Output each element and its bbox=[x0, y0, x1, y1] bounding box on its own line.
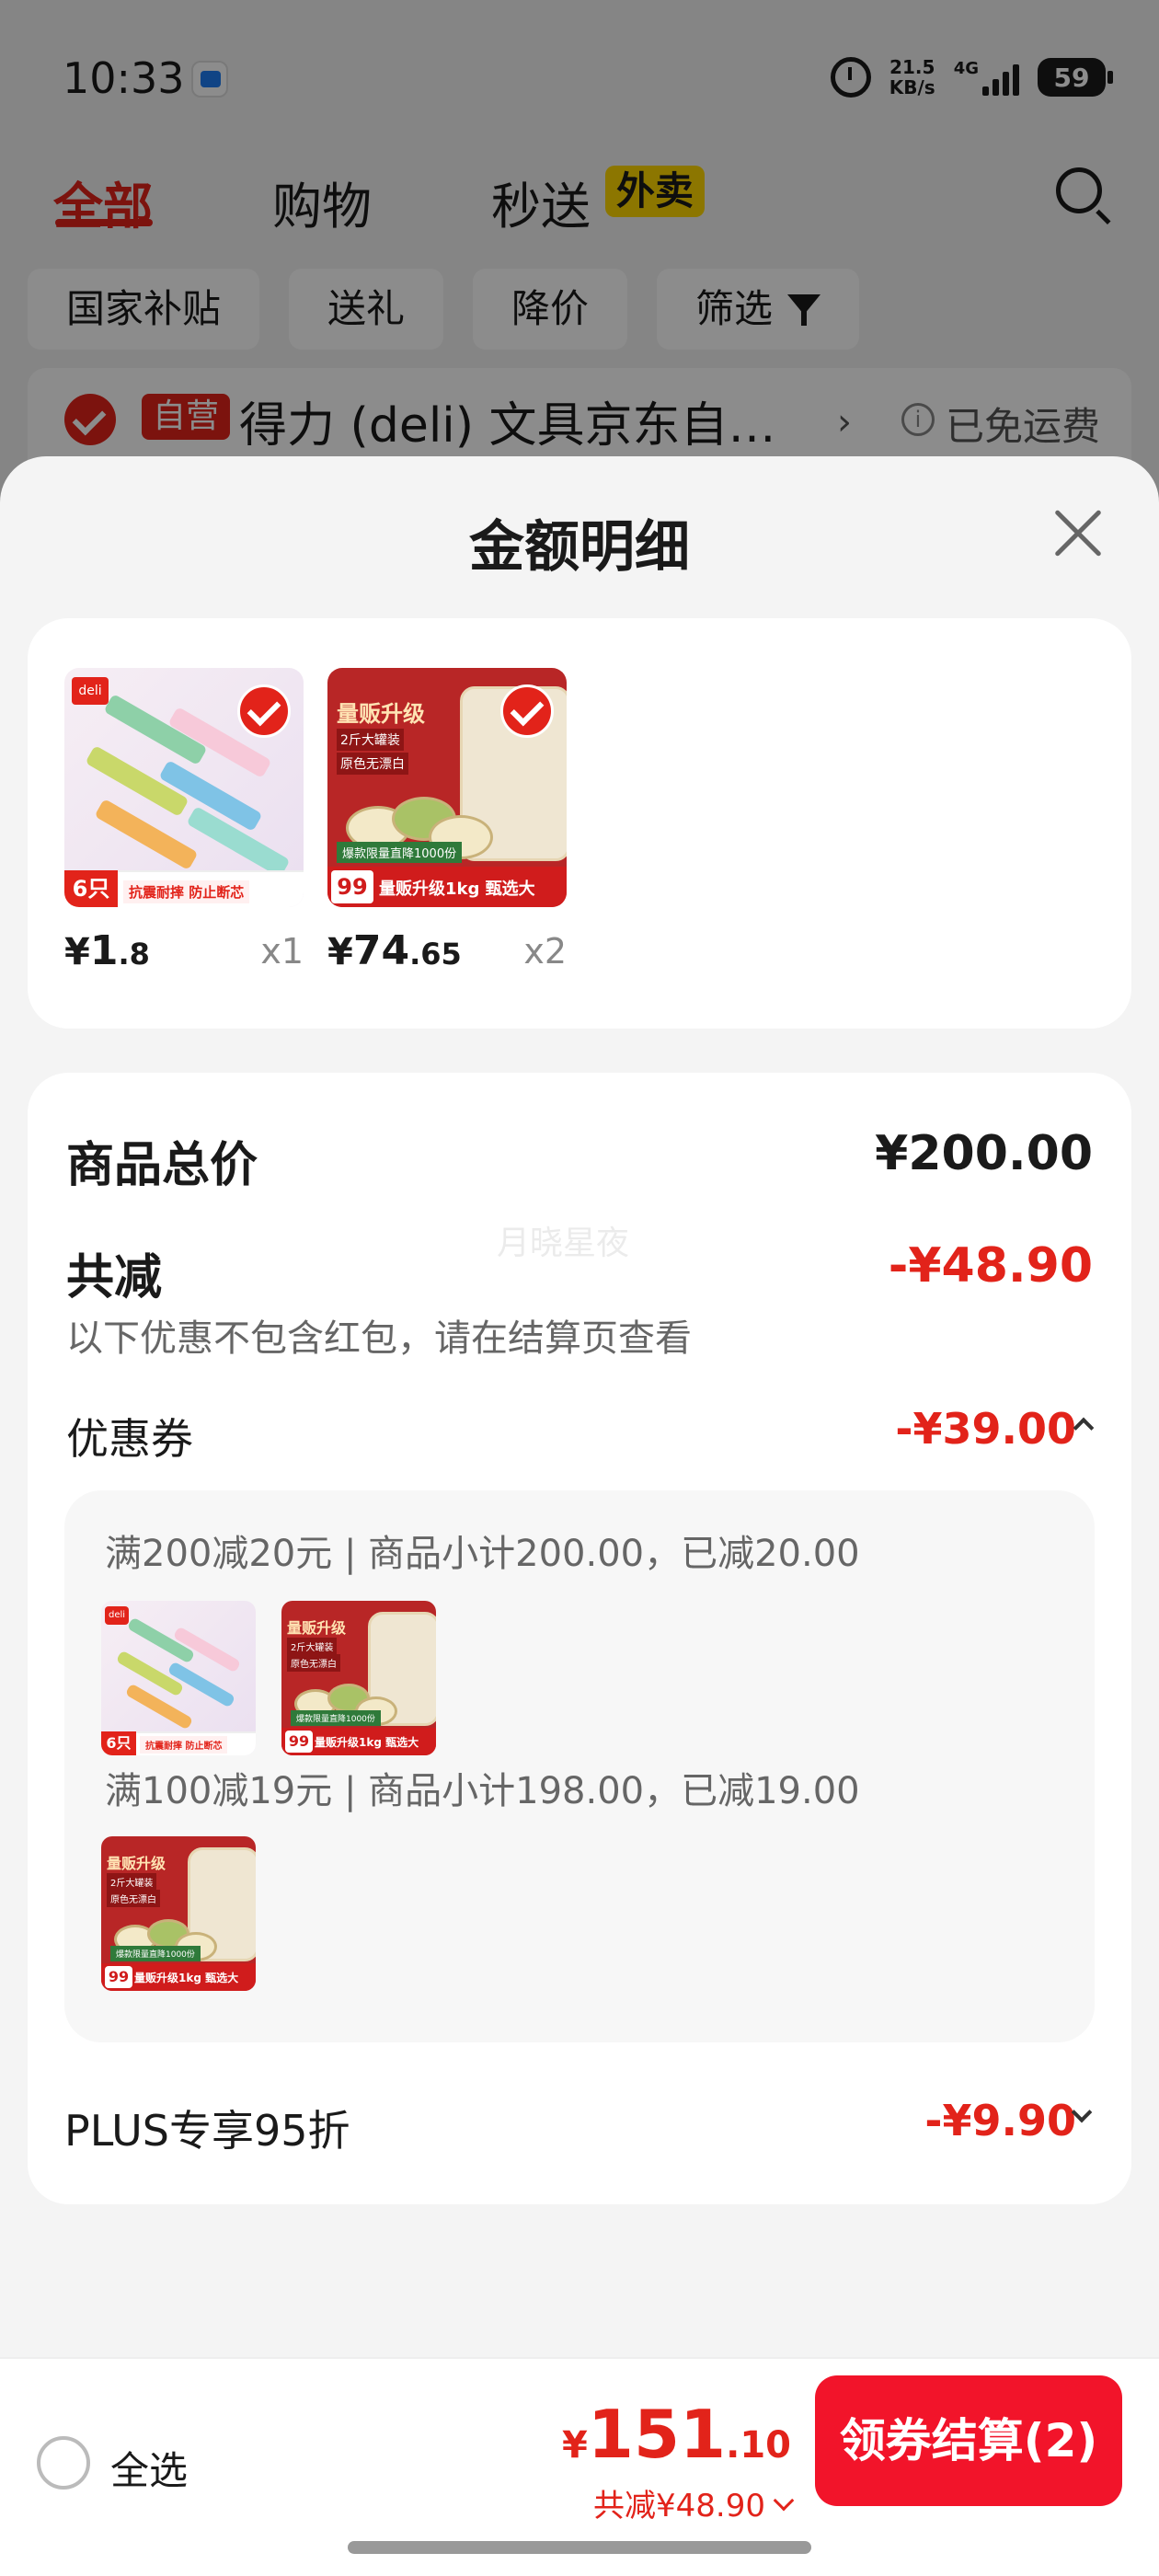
coupon-details: 满200减20元 | 商品小计200.00，已减20.00 deli 6只 抗震… bbox=[64, 1490, 1095, 2042]
close-icon[interactable] bbox=[1049, 504, 1107, 563]
watermark: 月晓星夜 bbox=[497, 1225, 630, 1262]
sheet-title: 金额明细 bbox=[469, 515, 690, 580]
product-thumbnail: 量贩升级 2斤大罐装 原色无漂白 爆款限量直降1000份 99 量贩升级1kg … bbox=[327, 668, 567, 907]
total-discount-text: 共减¥48.90 bbox=[593, 2488, 765, 2524]
coupon-label[interactable]: 优惠券 bbox=[66, 1406, 193, 1466]
checked-icon bbox=[500, 684, 554, 738]
coupon-rule-1: 满200减20元 | 商品小计200.00，已减20.00 bbox=[105, 1533, 860, 1575]
pencil-product-image: deli 6只 抗震耐摔 防止断芯 bbox=[101, 1601, 256, 1755]
amount-details-sheet: 金额明细 deli 6只 抗震耐摔 防止断芯 ¥1.8 x1 量贩升级 2斤大罐… bbox=[0, 456, 1159, 2576]
discount-note: 以下优惠不包含红包，请在结算页查看 bbox=[66, 1317, 692, 1360]
select-all-label[interactable]: 全选 bbox=[110, 2440, 188, 2496]
coupon-rule-2: 满100减19元 | 商品小计198.00，已减19.00 bbox=[105, 1770, 860, 1812]
pistachio-product-image: 量贩升级 2斤大罐装 原色无漂白 爆款限量直降1000份 99 量贩升级1kg … bbox=[101, 1836, 256, 1991]
product-strip-text: 抗震耐摔 防止断芯 bbox=[123, 880, 250, 903]
discount-label: 共减 bbox=[66, 1250, 163, 1305]
checkout-button[interactable]: 领券结算(2) bbox=[815, 2375, 1122, 2506]
checked-icon bbox=[237, 684, 291, 738]
home-indicator[interactable] bbox=[348, 2541, 811, 2554]
total-price-label: 商品总价 bbox=[66, 1138, 258, 1193]
brand-logo: deli bbox=[72, 677, 109, 705]
coupon-product-thumbnail: 量贩升级 2斤大罐装 原色无漂白 爆款限量直降1000份 99 量贩升级1kg … bbox=[281, 1601, 436, 1755]
coupon-product-thumbnail: 量贩升级 2斤大罐装 原色无漂白 爆款限量直降1000份 99 量贩升级1kg … bbox=[101, 1836, 256, 1991]
chevron-down-icon bbox=[773, 2490, 795, 2511]
pistachio-product-image: 量贩升级 2斤大罐装 原色无漂白 爆款限量直降1000份 99 量贩升级1kg … bbox=[281, 1601, 436, 1755]
total-payable: ¥151.10 bbox=[562, 2396, 791, 2473]
total-price-value: ¥200.00 bbox=[875, 1126, 1093, 1181]
chevron-up-icon[interactable] bbox=[1073, 1417, 1095, 1439]
product-thumbnail: deli 6只 抗震耐摔 防止断芯 bbox=[64, 668, 304, 907]
select-all-checkbox[interactable] bbox=[37, 2436, 90, 2490]
coupon-product-thumbnail: deli 6只 抗震耐摔 防止断芯 bbox=[101, 1601, 256, 1755]
discount-value: -¥48.90 bbox=[888, 1238, 1093, 1294]
price-breakdown-card: 商品总价 ¥200.00 月晓星夜 共减 -¥48.90 以下优惠不包含红包，请… bbox=[28, 1073, 1131, 2204]
product-quantity: x2 bbox=[523, 931, 567, 972]
coupon-value[interactable]: -¥39.00 bbox=[895, 1404, 1076, 1454]
selected-products-card: deli 6只 抗震耐摔 防止断芯 ¥1.8 x1 量贩升级 2斤大罐装 原色无… bbox=[28, 618, 1131, 1029]
product-price: ¥74.65 bbox=[327, 927, 462, 974]
product-price: ¥1.8 bbox=[64, 927, 150, 974]
product-quantity: x1 bbox=[260, 931, 304, 972]
total-discount-toggle[interactable]: 共减¥48.90 bbox=[593, 2480, 795, 2525]
plus-discount-value[interactable]: -¥9.90 bbox=[924, 2096, 1076, 2145]
pack-count: 6只 bbox=[64, 870, 118, 907]
plus-discount-label[interactable]: PLUS专享95折 bbox=[64, 2098, 350, 2158]
